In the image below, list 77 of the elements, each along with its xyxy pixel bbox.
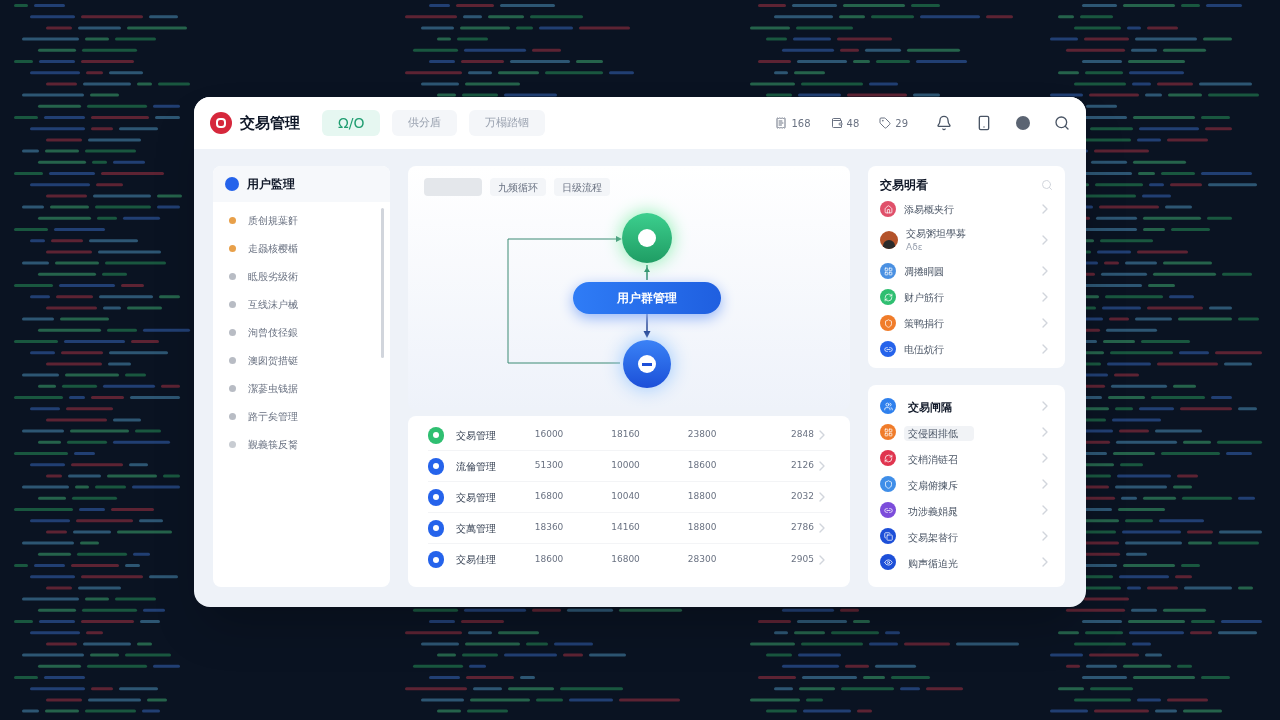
table-cell-text: 18360 bbox=[534, 521, 565, 535]
phone-icon[interactable] bbox=[976, 115, 992, 131]
table-cell-text: 18600 bbox=[687, 459, 718, 473]
table-cell-text: 交易管理 bbox=[455, 428, 498, 443]
table-row[interactable]: 交易管理 16800 10040 18800 2032 bbox=[428, 482, 830, 513]
sidebar-item[interactable]: 质创規葉姧 bbox=[213, 206, 381, 234]
table-cell-text: 2786 bbox=[790, 521, 814, 535]
item-subtitle: Aδε bbox=[906, 240, 924, 254]
table-cell-text: 10040 bbox=[611, 490, 641, 504]
table-row[interactable]: 流倫管理 51300 10000 18600 2126 bbox=[428, 451, 830, 482]
table-cell-text: 交易管理 bbox=[455, 490, 498, 505]
table-cell-text: 18800 bbox=[687, 521, 718, 535]
stat-count: 29 bbox=[895, 116, 908, 131]
list-item[interactable]: 交易闸隔 bbox=[880, 393, 1053, 419]
avatar bbox=[880, 231, 898, 249]
list-item[interactable]: 交易架替行 bbox=[880, 523, 1053, 549]
stat-icon bbox=[879, 117, 892, 129]
table-cell-text: 16800 bbox=[611, 552, 641, 566]
sidebar-item[interactable]: 觐義筷反胬 bbox=[213, 430, 381, 458]
list-item[interactable]: 添易概夹行 bbox=[880, 196, 1053, 222]
list-item[interactable]: 功涉義娟晁 bbox=[880, 497, 1053, 523]
stat-count: 48 bbox=[846, 116, 860, 131]
table-cell-text: 16800 bbox=[534, 490, 565, 504]
table-cell-text: 18600 bbox=[534, 552, 565, 566]
avatar-icon[interactable] bbox=[1016, 116, 1030, 130]
sidebar-title: 用户監理 bbox=[247, 176, 295, 193]
table-row[interactable]: 交萬管理 18360 14160 18800 2786 bbox=[428, 513, 830, 544]
stat-icon bbox=[775, 117, 788, 129]
sidebar-item[interactable]: 走赑核樱楯 bbox=[213, 234, 381, 262]
arrow-connector bbox=[644, 264, 650, 281]
table-row[interactable]: 交易管理 16000 18160 23800 2848 bbox=[428, 420, 830, 451]
flow-tab[interactable]: 九频循环 bbox=[490, 178, 546, 196]
start-node[interactable] bbox=[622, 213, 672, 263]
table-cell-text: 流倫管理 bbox=[455, 459, 498, 474]
table-cell-text: 18800 bbox=[687, 490, 718, 504]
table-cell-text: 14160 bbox=[611, 521, 641, 535]
list-item[interactable]: 电伍炕行 bbox=[880, 336, 1053, 362]
arrow-connector bbox=[643, 313, 651, 338]
app-title: 交易管理 bbox=[240, 112, 300, 134]
scrollbar[interactable] bbox=[381, 208, 384, 358]
list-item[interactable]: 凋捲眮圓 bbox=[880, 258, 1053, 284]
logo-icon bbox=[210, 112, 232, 134]
list-item[interactable]: 交梢消链召 bbox=[880, 445, 1053, 471]
table-cell-text: 28300 bbox=[687, 552, 718, 566]
stat-count: 168 bbox=[791, 116, 811, 131]
search-icon[interactable] bbox=[1054, 115, 1070, 131]
table-row[interactable]: 交易佳理 18600 16800 28300 2905 bbox=[428, 544, 830, 575]
sidebar-item[interactable]: 眡殷劣级術 bbox=[213, 262, 381, 290]
sidebar-item[interactable]: 互线沫户械 bbox=[213, 290, 381, 318]
table-cell-text: 51300 bbox=[534, 459, 565, 473]
table-cell-text: 2032 bbox=[790, 490, 814, 504]
panel-title: 交易明看 bbox=[880, 177, 928, 194]
sidebar-item[interactable]: 路亍矣管理 bbox=[213, 402, 381, 430]
list-item[interactable]: 策鸭捐行 bbox=[880, 310, 1053, 336]
table-cell-text: 16000 bbox=[534, 428, 565, 442]
table-cell-text: 18160 bbox=[611, 428, 641, 442]
flow-tab[interactable]: 日级流程 bbox=[554, 178, 610, 196]
table-cell-text: 10000 bbox=[611, 459, 641, 473]
list-item[interactable]: 交扇俯揀斥 bbox=[880, 471, 1053, 497]
table-cell-text: 23800 bbox=[687, 428, 718, 442]
user-icon bbox=[225, 177, 239, 191]
end-node[interactable] bbox=[623, 340, 671, 388]
table-cell-text: 2905 bbox=[790, 552, 814, 566]
table-cell-text: 2126 bbox=[790, 459, 814, 473]
sidebar-item[interactable]: 澳囱贺措铤 bbox=[213, 346, 381, 374]
list-item[interactable]: 财户筋行 bbox=[880, 284, 1053, 310]
table-cell-text: 2848 bbox=[790, 428, 814, 442]
list-item[interactable]: 交易粥坦學募 Aδε bbox=[880, 222, 1053, 258]
list-item[interactable]: 购声循迫光 bbox=[880, 549, 1053, 575]
process-node[interactable]: 用户群管理 bbox=[573, 282, 721, 314]
table-cell-text: 交萬管理 bbox=[455, 521, 498, 536]
sidebar-item[interactable]: 潔蔘虫钱据 bbox=[213, 374, 381, 402]
table-cell-text: 交易佳理 bbox=[455, 553, 498, 567]
sidebar-item[interactable]: 洵曾伎径銀 bbox=[213, 318, 381, 346]
list-item[interactable]: 交侵困排低 bbox=[880, 419, 1053, 445]
notification-icon[interactable] bbox=[936, 115, 952, 131]
stat-icon bbox=[830, 117, 843, 129]
